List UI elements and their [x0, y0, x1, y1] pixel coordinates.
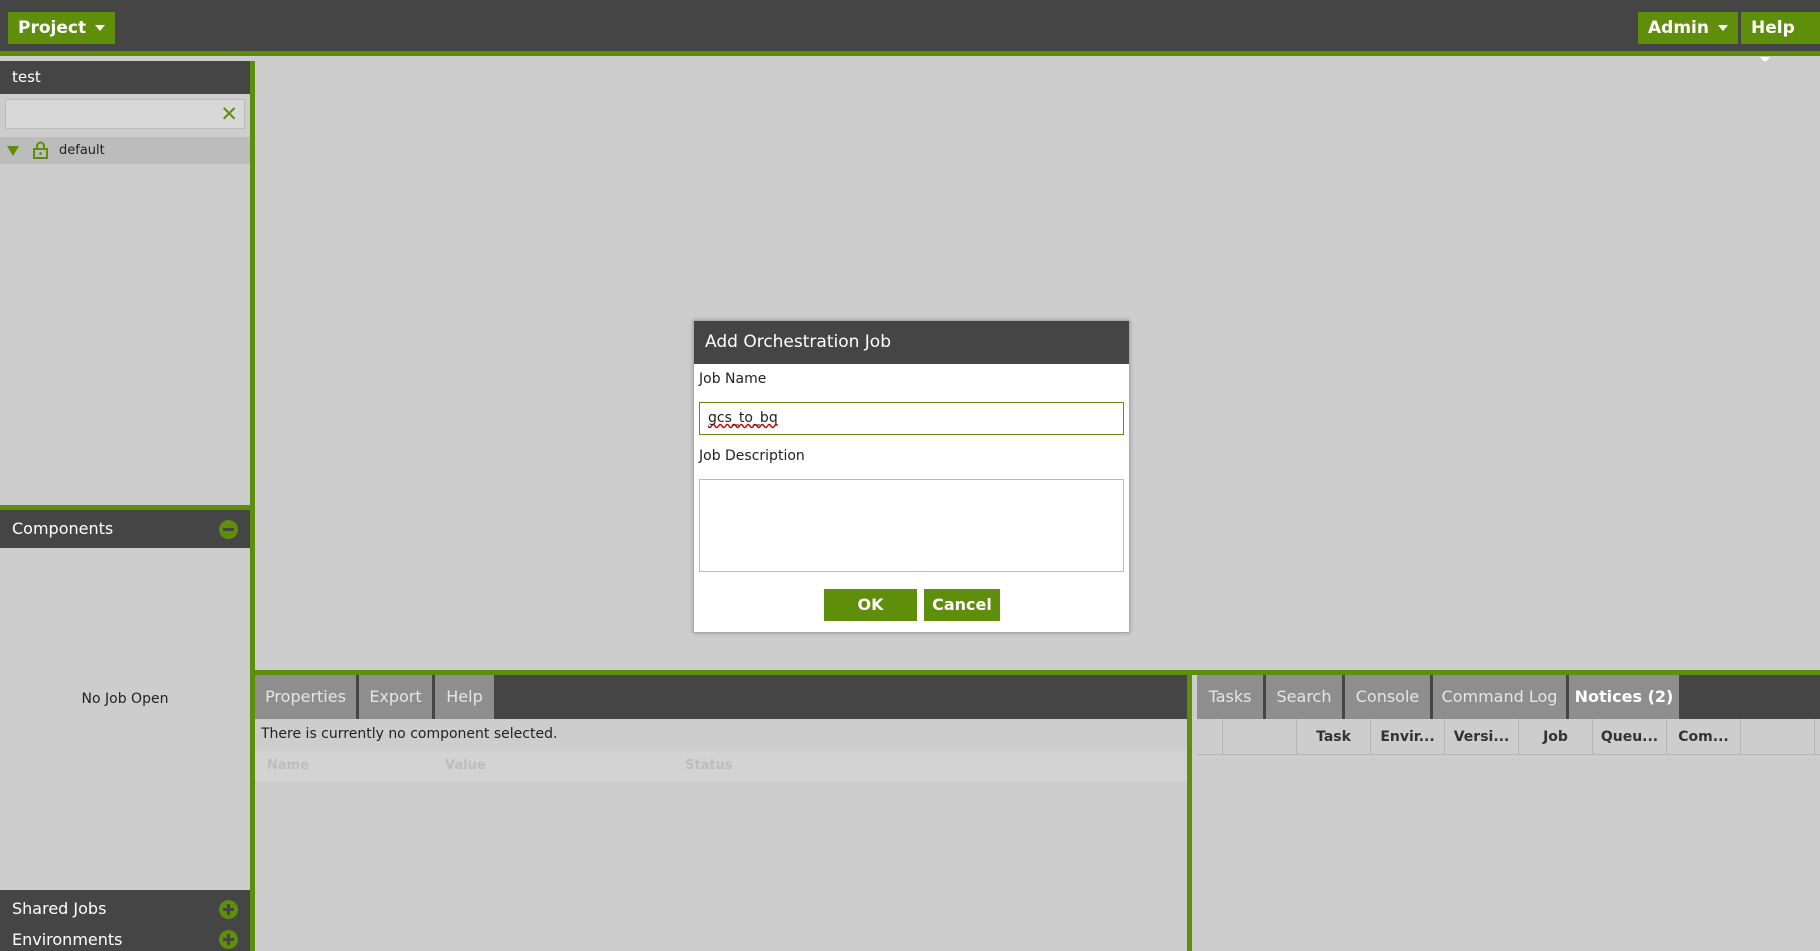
project-title: test [0, 61, 250, 94]
ok-button[interactable]: OK [824, 589, 917, 621]
tree-item-label: default [59, 143, 105, 158]
tasks-table-header: Task Envir... Versi... Job Queu... Com..… [1197, 719, 1820, 755]
environments-header[interactable]: Environments [0, 928, 250, 951]
collapse-icon[interactable] [219, 520, 238, 539]
column-header[interactable] [1223, 719, 1297, 755]
help-menu-label: Help [1751, 18, 1795, 38]
column-header-job[interactable]: Job [1519, 719, 1593, 755]
top-bar: Project Admin Help [0, 0, 1820, 63]
add-icon[interactable] [219, 930, 238, 949]
job-description-textarea[interactable] [699, 479, 1124, 572]
tree-search-input[interactable]: ✕ [5, 99, 245, 129]
column-header: Value [445, 758, 486, 773]
column-header-version[interactable]: Versi... [1445, 719, 1519, 755]
tab-console[interactable]: Console [1345, 675, 1430, 719]
properties-table-header: Name Value Status [255, 751, 1187, 781]
components-empty-message: No Job Open [81, 691, 169, 707]
add-orchestration-job-dialog: Add Orchestration Job Job Name gcs_to_bq… [693, 320, 1130, 633]
project-menu-button[interactable]: Project [8, 12, 116, 44]
tab-search[interactable]: Search [1266, 675, 1342, 719]
tab-export[interactable]: Export [359, 675, 432, 719]
tasks-tab-bar: Tasks Search Console Command Log Notices… [1197, 675, 1820, 719]
column-header[interactable] [1197, 719, 1223, 755]
admin-menu-button[interactable]: Admin [1638, 12, 1738, 44]
components-title: Components [12, 519, 114, 538]
dialog-title: Add Orchestration Job [694, 321, 1129, 364]
column-header: Status [685, 758, 733, 773]
clear-search-icon[interactable]: ✕ [220, 102, 238, 126]
project-menu-label: Project [18, 18, 87, 38]
job-name-value: gcs_to_bq [708, 410, 778, 426]
no-selection-message: There is currently no component selected… [261, 726, 558, 742]
tab-notices[interactable]: Notices (2) [1569, 675, 1679, 719]
chevron-down-icon [1717, 25, 1728, 31]
properties-panel: Properties Export Help There is currentl… [255, 675, 1192, 951]
column-header-queued[interactable]: Queu... [1593, 719, 1667, 755]
shared-jobs-title: Shared Jobs [12, 899, 107, 918]
column-header-completed[interactable]: Com... [1667, 719, 1741, 755]
shared-jobs-header[interactable]: Shared Jobs [0, 890, 250, 928]
components-header[interactable]: Components [0, 510, 250, 548]
tasks-panel: Tasks Search Console Command Log Notices… [1197, 675, 1820, 951]
lock-icon [33, 141, 48, 159]
column-header-environment[interactable]: Envir... [1371, 719, 1445, 755]
project-explorer-panel: test ✕ default Components Shared Jobs En… [0, 61, 255, 951]
properties-tab-bar: Properties Export Help [255, 675, 1187, 719]
environments-title: Environments [12, 930, 123, 949]
job-description-label: Job Description [699, 448, 805, 464]
help-menu-button[interactable]: Help [1741, 12, 1820, 63]
tree-item-default[interactable]: default [0, 137, 250, 164]
admin-menu-label: Admin [1648, 18, 1709, 38]
tab-help[interactable]: Help [435, 675, 494, 719]
column-header-task[interactable]: Task [1297, 719, 1371, 755]
chevron-down-icon [95, 25, 106, 31]
job-name-input[interactable]: gcs_to_bq [699, 402, 1124, 435]
add-icon[interactable] [219, 900, 238, 919]
cancel-button[interactable]: Cancel [924, 589, 1000, 621]
column-header: Name [267, 758, 310, 773]
tab-command-log[interactable]: Command Log [1433, 675, 1566, 719]
tab-tasks[interactable]: Tasks [1197, 675, 1263, 719]
expand-arrow-icon[interactable] [7, 146, 19, 156]
tab-properties[interactable]: Properties [255, 675, 356, 719]
job-name-label: Job Name [699, 371, 767, 387]
column-header[interactable] [1741, 719, 1815, 755]
